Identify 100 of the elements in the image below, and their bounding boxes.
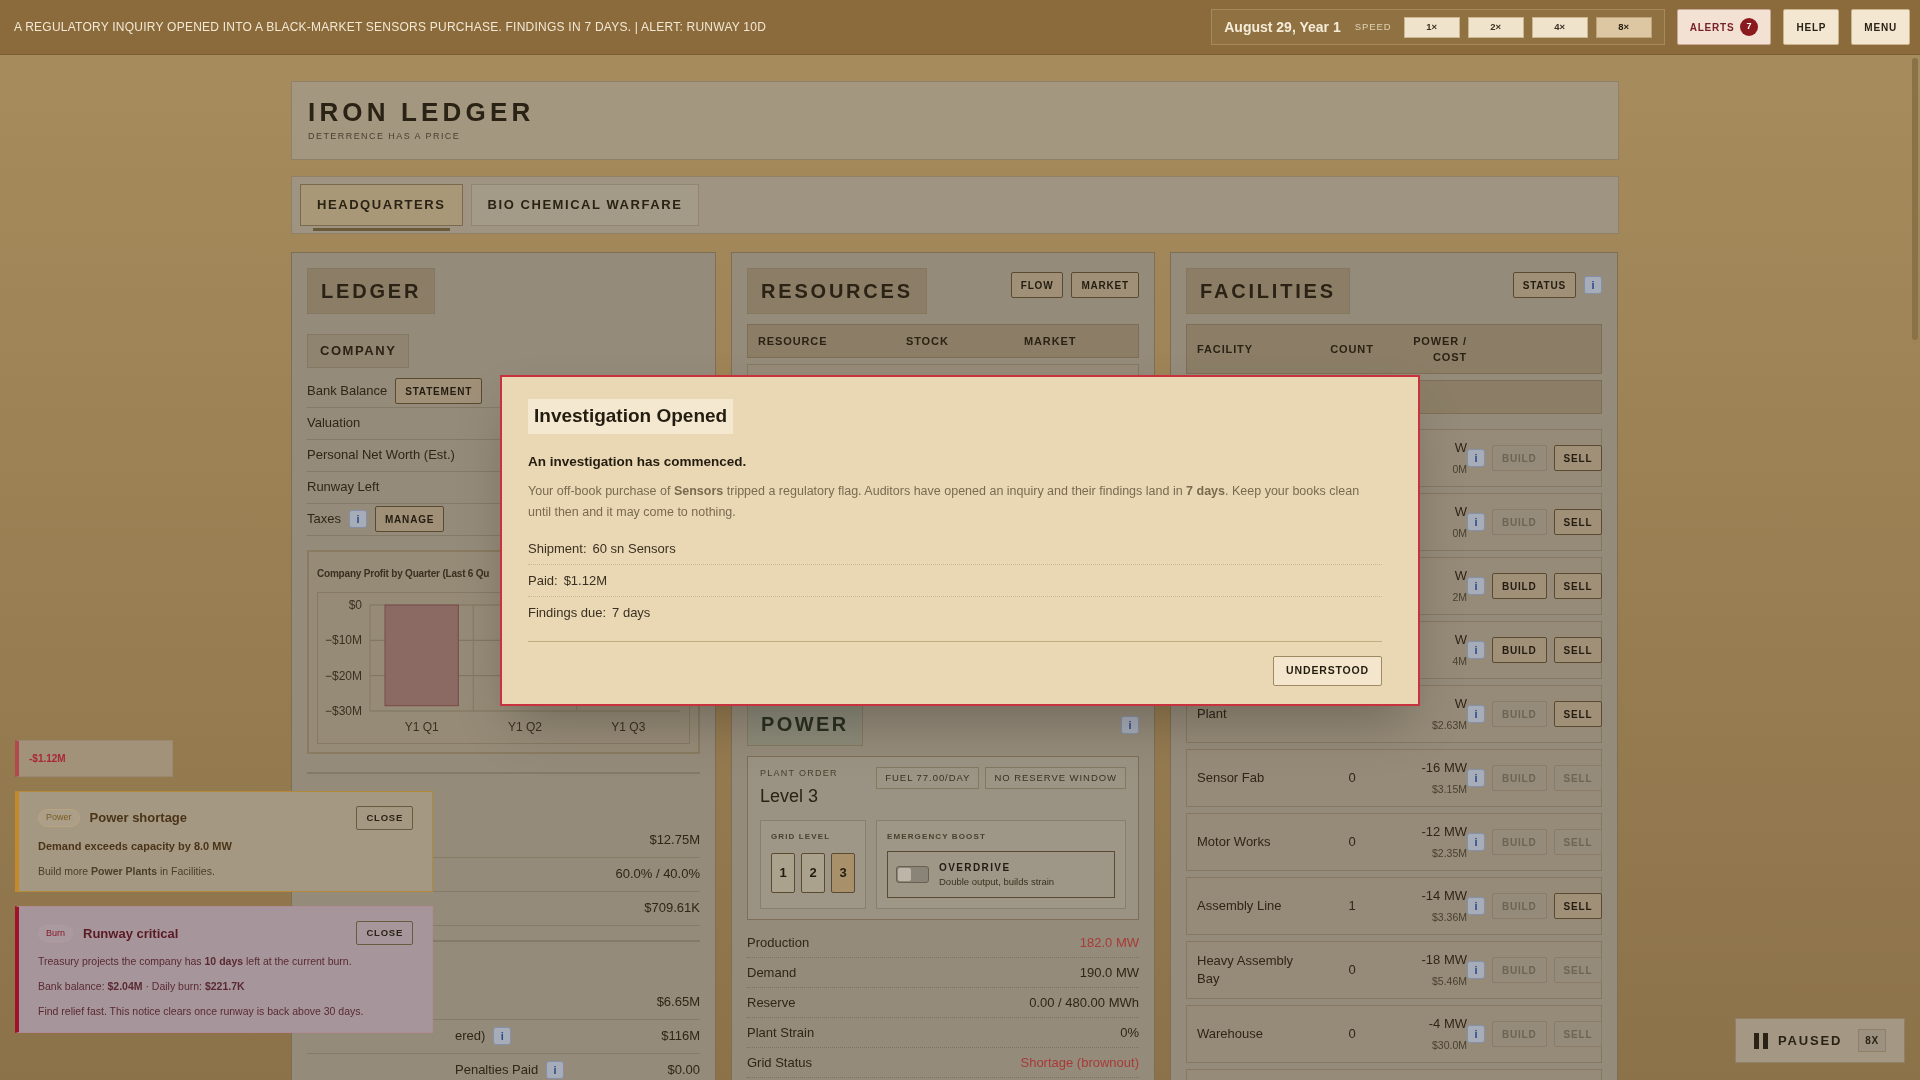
info-icon[interactable]: i — [546, 1061, 565, 1079]
row-value: 60.0% / 40.0% — [615, 865, 700, 884]
facility-cost: 0M — [1452, 525, 1467, 541]
info-icon[interactable]: i — [1467, 833, 1485, 851]
row-value: $0.00 — [667, 1061, 700, 1080]
row-label: Penalties Paid — [455, 1061, 539, 1080]
overdrive-title: OVERDRIVE — [939, 860, 1012, 875]
info-icon[interactable]: i — [1467, 513, 1485, 531]
grid-level-button[interactable]: 3 — [831, 852, 855, 893]
column-header: COUNT — [1329, 341, 1375, 357]
info-icon[interactable]: i — [1467, 769, 1485, 787]
build-button[interactable]: BUILD — [1492, 573, 1547, 599]
overdrive-toggle[interactable] — [896, 865, 929, 883]
dialog-message: Your off-book purchase of Sensors tripped a regulatory flag. Auditors have opened an inquiry and their findings land in 7 days. Keep your books clean until then and it may come to nothing. — [528, 482, 1361, 521]
nav-button[interactable]: HELP — [1783, 9, 1840, 45]
facility-count: 0 — [1347, 769, 1357, 788]
grid-level-label: GRID LEVEL — [771, 830, 832, 843]
facility-cost: $2.35M — [1431, 845, 1467, 861]
plant-order-label: PLANT ORDER — [760, 767, 838, 780]
row-label: Personal Net Worth (Est.) — [307, 446, 455, 465]
close-button[interactable]: CLOSE — [356, 921, 413, 946]
stat-label: Demand — [747, 963, 797, 982]
row-button[interactable]: MANAGE — [374, 506, 445, 532]
overdrive-description: Double output, builds strain — [939, 874, 1055, 889]
sell-button[interactable]: SELL — [1553, 445, 1603, 471]
balance-change: -$1.12M — [29, 752, 66, 766]
info-icon[interactable]: i — [1467, 705, 1485, 723]
stat-value: 0% — [1120, 1023, 1139, 1042]
info-icon[interactable]: i — [493, 1027, 512, 1045]
grid-level-button[interactable]: 1 — [771, 852, 795, 893]
detail-label: Findings due: — [528, 604, 607, 622]
facility-power: W — [1454, 567, 1467, 586]
row-value: $116M — [661, 1027, 700, 1046]
facility-power: W — [1454, 503, 1467, 522]
sell-button[interactable]: SELL — [1553, 893, 1603, 919]
section-title: RESOURCES — [747, 268, 927, 314]
dialog-title: Investigation Opened — [528, 399, 734, 434]
status-button[interactable]: STATUS — [1512, 272, 1576, 298]
row-label: Taxes — [307, 510, 341, 529]
build-button[interactable]: BUILD — [1492, 637, 1547, 663]
category-tag: Burn — [38, 924, 73, 942]
sell-button[interactable]: SELL — [1553, 701, 1603, 727]
speed-button[interactable]: 2× — [1467, 16, 1524, 38]
toast-message: Build more Power Plants in Facilities. — [38, 863, 216, 879]
row-label: Valuation — [307, 414, 361, 433]
facility-power: W — [1454, 439, 1467, 458]
sell-button[interactable]: SELL — [1553, 637, 1603, 663]
facility-cost: $3.36M — [1431, 909, 1467, 925]
speed-button[interactable]: 8× — [1595, 16, 1652, 38]
facility-cost: 2M — [1452, 589, 1467, 605]
stat-label: Production — [747, 933, 810, 952]
emergency-boost-label: EMERGENCY BOOST — [887, 830, 987, 843]
section-title: FACILITIES — [1186, 268, 1350, 314]
game-date: August 29, Year 1 — [1224, 17, 1341, 37]
nav-button[interactable]: MENU — [1851, 9, 1910, 45]
row-label: ered) — [455, 1027, 486, 1046]
alerts-button[interactable]: ALERTS 7 — [1676, 9, 1772, 45]
stat-value: Shortage (brownout) — [1020, 1053, 1139, 1072]
detail-value: $1.12M — [563, 571, 607, 590]
info-icon[interactable]: i — [1467, 577, 1485, 595]
understood-button[interactable]: UNDERSTOOD — [1273, 655, 1382, 686]
facility-power: W — [1454, 631, 1467, 650]
toast-title: Power shortage — [89, 809, 188, 828]
stat-label: Grid Status — [747, 1053, 813, 1072]
column-header: FACILITY — [1197, 341, 1254, 357]
row-button[interactable]: STATEMENT — [395, 378, 483, 404]
facility-power: W — [1454, 695, 1467, 714]
y-tick-label: −$30M — [324, 703, 362, 718]
info-icon[interactable]: i — [1584, 276, 1602, 294]
speed-label: SPEED — [1354, 19, 1392, 34]
info-icon[interactable]: i — [1467, 449, 1485, 467]
sell-button[interactable]: SELL — [1553, 573, 1603, 599]
header-button[interactable]: FLOW — [1010, 272, 1064, 298]
detail-label: Shipment: — [528, 539, 587, 558]
row-value: $12.75M — [649, 831, 700, 850]
x-tick-label: Y1 Q3 — [611, 719, 646, 734]
facility-name: Assembly Line — [1197, 897, 1283, 915]
info-icon[interactable]: i — [348, 510, 367, 528]
info-icon[interactable]: i — [1467, 961, 1485, 979]
detail-value: 7 days — [612, 604, 651, 622]
close-button[interactable]: CLOSE — [356, 806, 413, 830]
facility-name: Heavy Assembly Bay — [1197, 952, 1295, 988]
speed-button[interactable]: 1× — [1403, 16, 1460, 38]
plant-order-level: Level 3 — [760, 784, 820, 808]
sell-button[interactable]: SELL — [1553, 509, 1603, 535]
info-icon[interactable]: i — [1121, 716, 1139, 735]
facility-power: -18 MW — [1421, 951, 1467, 970]
info-icon[interactable]: i — [1467, 897, 1485, 915]
row-value: $709.61K — [644, 899, 700, 918]
facility-count: 0 — [1347, 961, 1357, 980]
speed-button[interactable]: 4× — [1531, 16, 1588, 38]
column-header: MARKET — [1024, 333, 1078, 349]
info-icon[interactable]: i — [1467, 1025, 1485, 1043]
section-title: COMPANY — [307, 334, 410, 368]
tab[interactable]: BIO CHEMICAL WARFARE — [470, 184, 700, 226]
info-icon[interactable]: i — [1467, 641, 1485, 659]
alert-count-badge: 7 — [1740, 18, 1759, 36]
toast-message: Find relief fast. This notice clears once runway is back above 30 days. — [38, 1003, 365, 1019]
header-button[interactable]: MARKET — [1071, 272, 1139, 298]
grid-level-button[interactable]: 2 — [801, 852, 825, 893]
